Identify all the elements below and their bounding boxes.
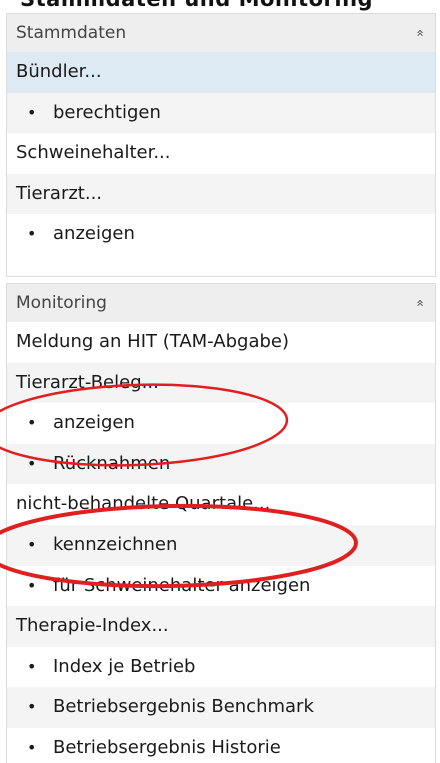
menu-item-tierarzt-beleg[interactable]: Tierarzt-Beleg... bbox=[7, 362, 435, 404]
navigation-page: Stammdaten und Monitoring Stammdaten » B… bbox=[0, 0, 440, 763]
menu-action-ruecknahmen[interactable]: • Rücknahmen bbox=[7, 443, 435, 485]
bullet-icon: • bbox=[27, 102, 37, 122]
menu-action-betriebsergebnis-benchmark[interactable]: • Betriebsergebnis Benchmark bbox=[7, 687, 435, 728]
menu-item-label: Tierarzt-Beleg... bbox=[16, 371, 159, 393]
bullet-icon: • bbox=[27, 656, 37, 676]
menu-item-tierarzt[interactable]: Tierarzt... bbox=[7, 173, 435, 215]
stammdaten-panel-header[interactable]: Stammdaten » bbox=[7, 14, 435, 52]
menu-action-fuer-schweinehalter-anzeigen[interactable]: • für Schweinehalter anzeigen bbox=[7, 566, 435, 607]
menu-item-therapie-index[interactable]: Therapie-Index... bbox=[7, 606, 435, 647]
double-chevron-up-icon[interactable]: » bbox=[413, 284, 428, 322]
menu-item-schweinehalter[interactable]: Schweinehalter... bbox=[7, 133, 435, 174]
menu-item-label: anzeigen bbox=[53, 412, 135, 434]
menu-item-label: Schweinehalter... bbox=[16, 142, 171, 164]
cut-off-title: Stammdaten und Monitoring bbox=[20, 0, 373, 11]
bullet-icon: • bbox=[27, 534, 37, 554]
menu-item-label: Tierarzt... bbox=[16, 182, 103, 204]
menu-item-label: kennzeichnen bbox=[53, 533, 178, 555]
menu-item-label: nicht-behandelte Quartale... bbox=[16, 493, 271, 515]
bullet-icon: • bbox=[27, 453, 37, 473]
menu-item-label: berechtigen bbox=[53, 101, 161, 123]
menu-action-tierarzt-anzeigen[interactable]: • anzeigen bbox=[7, 214, 435, 255]
monitoring-panel-header[interactable]: Monitoring » bbox=[7, 284, 435, 322]
menu-item-label: anzeigen bbox=[53, 223, 135, 245]
monitoring-panel: Monitoring » Meldung an HIT (TAM-Abgabe)… bbox=[6, 283, 436, 763]
menu-item-label: Meldung an HIT (TAM-Abgabe) bbox=[16, 331, 289, 352]
menu-item-label: für Schweinehalter anzeigen bbox=[53, 574, 311, 596]
menu-item-meldung-hit[interactable]: Meldung an HIT (TAM-Abgabe) bbox=[7, 322, 435, 363]
menu-item-label: Index je Betrieb bbox=[53, 655, 196, 677]
menu-item-label: Rücknahmen bbox=[53, 452, 171, 474]
bullet-icon: • bbox=[27, 737, 37, 757]
cut-off-title-strip: Stammdaten und Monitoring bbox=[0, 0, 440, 14]
menu-item-label: Bündler... bbox=[16, 61, 102, 82]
double-chevron-up-icon[interactable]: » bbox=[413, 14, 428, 52]
stammdaten-panel: Stammdaten » Bündler... • berechtigen Sch… bbox=[6, 13, 436, 277]
menu-item-label: Betriebsergebnis Historie bbox=[53, 736, 281, 758]
menu-action-betriebsergebnis-historie[interactable]: • Betriebsergebnis Historie bbox=[7, 728, 435, 763]
menu-action-beleg-anzeigen[interactable]: • anzeigen bbox=[7, 403, 435, 444]
stammdaten-panel-title: Stammdaten bbox=[16, 23, 127, 43]
bullet-icon: • bbox=[27, 575, 37, 595]
menu-action-kennzeichnen[interactable]: • kennzeichnen bbox=[7, 524, 435, 566]
menu-action-berechtigen[interactable]: • berechtigen bbox=[7, 92, 435, 134]
bullet-icon: • bbox=[27, 224, 37, 244]
menu-item-label: Betriebsergebnis Benchmark bbox=[53, 696, 314, 718]
monitoring-panel-title: Monitoring bbox=[16, 293, 107, 313]
menu-item-buendler[interactable]: Bündler... bbox=[7, 52, 435, 93]
bullet-icon: • bbox=[27, 413, 37, 433]
menu-item-label: Therapie-Index... bbox=[16, 615, 169, 637]
menu-action-index-je-betrieb[interactable]: • Index je Betrieb bbox=[7, 647, 435, 688]
bullet-icon: • bbox=[27, 697, 37, 717]
menu-item-nicht-behandelte-quartale[interactable]: nicht-behandelte Quartale... bbox=[7, 484, 435, 525]
